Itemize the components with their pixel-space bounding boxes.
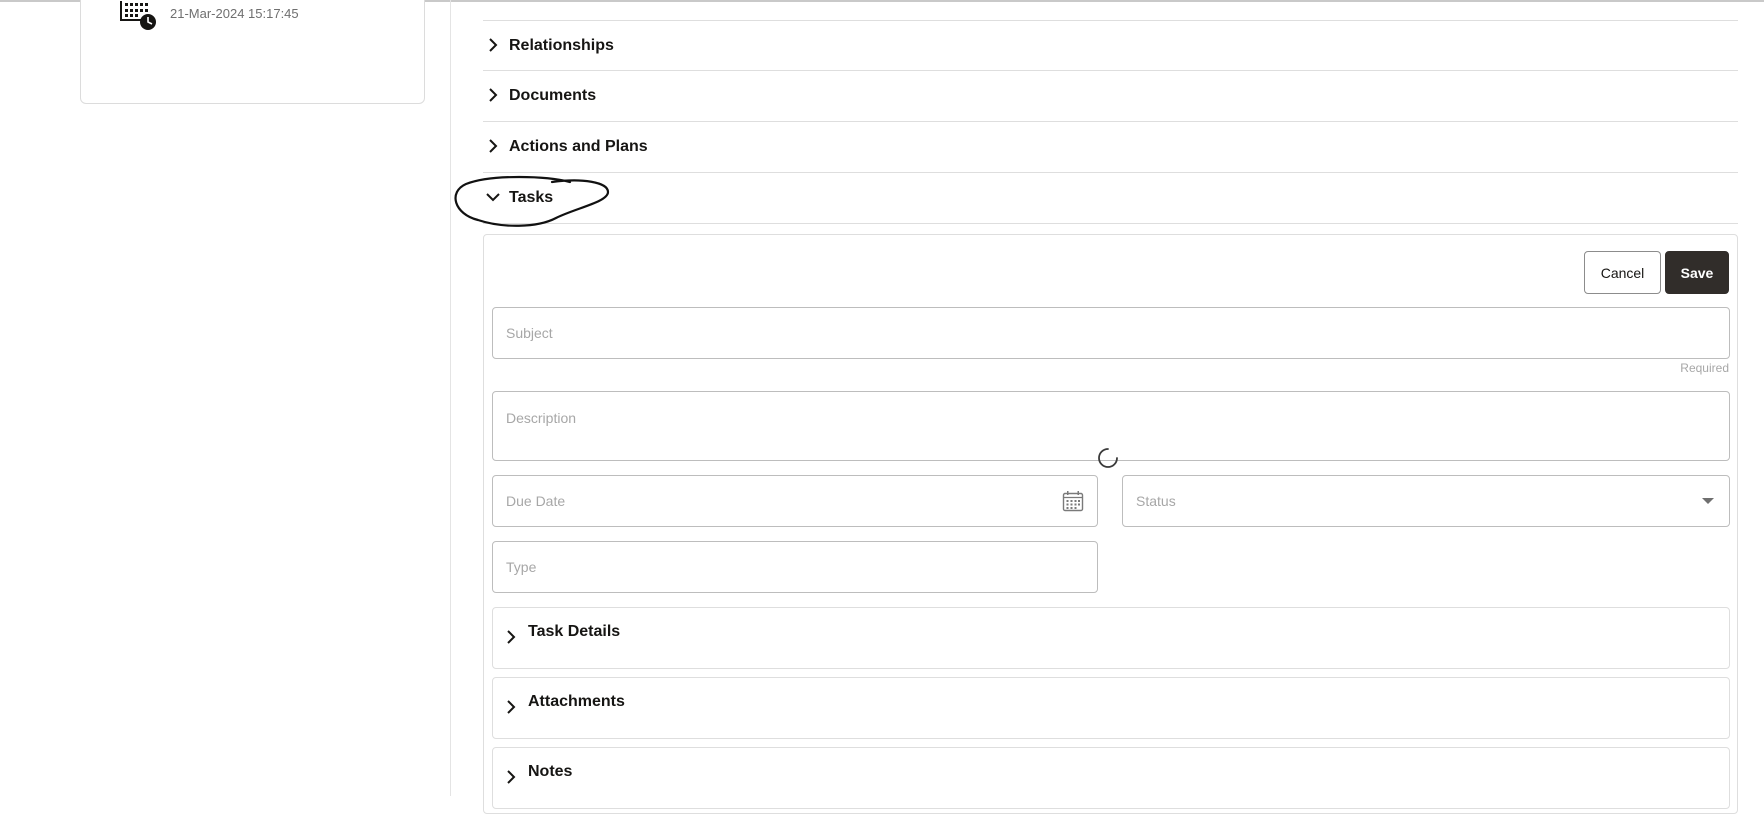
chevron-right-icon xyxy=(507,700,516,714)
sub-section-label: Attachments xyxy=(528,693,625,710)
section-label: Actions and Plans xyxy=(509,138,648,155)
sub-section-notes[interactable]: Notes xyxy=(492,747,1730,809)
sub-section-task-details[interactable]: Task Details xyxy=(492,607,1730,669)
due-date-placeholder: Due Date xyxy=(506,493,566,509)
section-tasks[interactable]: Tasks xyxy=(483,173,1738,224)
due-date-field[interactable]: Due Date xyxy=(492,475,1098,527)
chevron-right-icon xyxy=(507,770,516,784)
status-select[interactable]: Status xyxy=(1122,475,1730,527)
sub-section-label: Task Details xyxy=(528,623,621,640)
sub-section-label: Notes xyxy=(528,763,573,780)
chevron-right-icon xyxy=(489,139,498,153)
task-form-panel: Cancel Save Subject Required Description… xyxy=(483,234,1738,814)
chevron-right-icon xyxy=(489,38,498,52)
section-label: Documents xyxy=(509,87,597,104)
loading-spinner-icon xyxy=(1098,448,1118,468)
chevron-down-icon xyxy=(486,193,500,202)
description-placeholder: Description xyxy=(506,410,577,426)
chevron-right-icon xyxy=(489,88,498,102)
type-field[interactable]: Type xyxy=(492,541,1098,593)
subject-placeholder: Subject xyxy=(506,325,553,341)
section-actions-and-plans[interactable]: Actions and Plans xyxy=(483,122,1738,173)
section-label: Tasks xyxy=(509,189,554,206)
calendar-clock-icon xyxy=(120,1,156,30)
chevron-right-icon xyxy=(507,630,516,644)
dropdown-arrow-icon xyxy=(1702,498,1714,504)
calendar-icon[interactable] xyxy=(1061,489,1085,513)
column-divider xyxy=(450,0,451,796)
section-documents[interactable]: Documents xyxy=(483,71,1738,122)
cancel-button[interactable]: Cancel xyxy=(1584,251,1661,294)
save-button[interactable]: Save xyxy=(1665,251,1729,294)
section-label: Relationships xyxy=(509,37,614,54)
status-placeholder: Status xyxy=(1136,493,1176,509)
sub-section-attachments[interactable]: Attachments xyxy=(492,677,1730,739)
required-hint: Required xyxy=(1680,361,1729,375)
record-info-card: 21-Mar-2024 15:17:45 xyxy=(80,0,425,104)
record-timestamp: 21-Mar-2024 15:17:45 xyxy=(170,6,299,21)
subject-field[interactable]: Subject xyxy=(492,307,1730,359)
type-placeholder: Type xyxy=(506,559,537,575)
section-relationships[interactable]: Relationships xyxy=(483,20,1738,71)
